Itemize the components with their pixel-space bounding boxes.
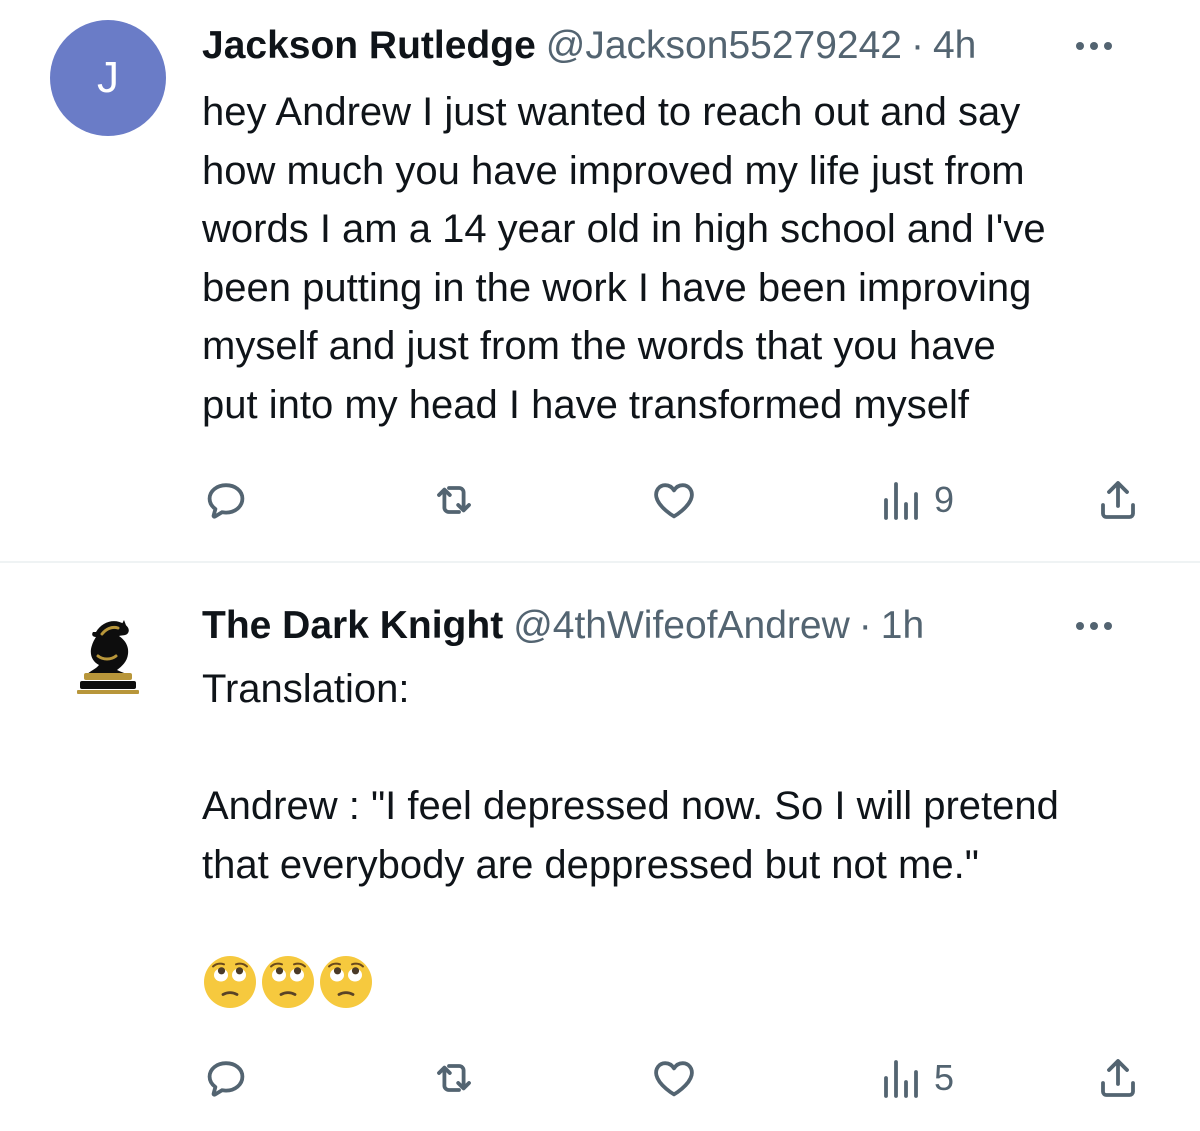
reply-button[interactable] — [202, 1048, 250, 1108]
face-with-rolling-eyes-icon — [260, 954, 316, 1010]
avatar[interactable]: J — [50, 20, 166, 136]
tweet-header: Jackson Rutledge @Jackson55279242 · 4h — [202, 18, 1160, 74]
share-icon — [1094, 476, 1142, 524]
face-with-rolling-eyes-icon — [202, 954, 258, 1010]
timestamp[interactable]: 1h — [881, 604, 924, 648]
views-icon — [876, 476, 924, 524]
avatar[interactable] — [50, 594, 166, 710]
knight-icon — [77, 620, 139, 694]
tweet[interactable]: The Dark Knight @4thWifeofAndrew · 1h Tr… — [0, 564, 1200, 1131]
timestamp[interactable]: 4h — [933, 24, 976, 68]
views-icon — [876, 1054, 924, 1102]
retweet-button[interactable] — [430, 470, 478, 530]
display-name[interactable]: The Dark Knight — [202, 604, 503, 648]
reply-button[interactable] — [202, 470, 250, 530]
tweet-divider — [0, 561, 1200, 563]
action-bar: 9 — [200, 470, 1150, 530]
tweet-text: Translation: Andrew : "I feel depressed … — [202, 667, 1059, 887]
tweet-header: The Dark Knight @4thWifeofAndrew · 1h — [202, 598, 1160, 654]
separator-dot: · — [858, 604, 872, 647]
tweet-text: hey Andrew I just wanted to reach out an… — [202, 90, 1046, 427]
like-icon — [650, 1054, 698, 1102]
action-bar: 5 — [200, 1048, 1150, 1108]
like-button[interactable] — [650, 1048, 698, 1108]
retweet-button[interactable] — [430, 1048, 478, 1108]
retweet-icon — [430, 1054, 478, 1102]
share-button[interactable] — [1094, 470, 1142, 530]
reply-icon — [202, 476, 250, 524]
separator-dot: · — [910, 24, 924, 67]
emoji-row — [202, 954, 374, 1010]
views-button[interactable]: 9 — [876, 470, 954, 530]
more-icon[interactable] — [1074, 620, 1114, 632]
share-icon — [1094, 1054, 1142, 1102]
share-button[interactable] — [1094, 1048, 1142, 1108]
tweet[interactable]: J Jackson Rutledge @Jackson55279242 · 4h… — [0, 0, 1200, 562]
display-name[interactable]: Jackson Rutledge — [202, 24, 536, 68]
reply-icon — [202, 1054, 250, 1102]
views-count: 9 — [934, 479, 955, 520]
user-handle[interactable]: @4thWifeofAndrew — [513, 604, 850, 648]
user-handle[interactable]: @Jackson55279242 — [546, 24, 902, 68]
face-with-rolling-eyes-icon — [318, 954, 374, 1010]
more-icon[interactable] — [1074, 40, 1114, 52]
views-count: 5 — [934, 1057, 955, 1098]
views-button[interactable]: 5 — [876, 1048, 954, 1108]
like-button[interactable] — [650, 470, 698, 530]
like-icon — [650, 476, 698, 524]
retweet-icon — [430, 476, 478, 524]
